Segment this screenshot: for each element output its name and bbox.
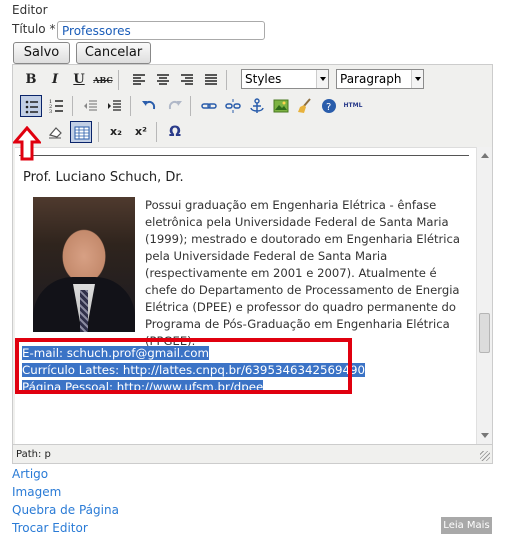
imagem-link[interactable]: Imagem (12, 483, 119, 501)
svg-text:3: 3 (49, 109, 52, 114)
subscript-button[interactable]: x₂ (105, 121, 127, 143)
indent-icon[interactable] (104, 95, 126, 117)
unlink-icon[interactable] (222, 95, 244, 117)
scroll-thumb[interactable] (479, 313, 490, 353)
svg-text:?: ? (326, 102, 331, 113)
toolbar-separator (156, 122, 157, 142)
special-char-button[interactable]: Ω (164, 121, 186, 143)
resize-handle-icon[interactable] (480, 451, 490, 461)
editor-toolbar: B I U ABC Styles Paragraph 123 ? HTML x₂ (13, 65, 492, 147)
cancel-button[interactable]: Cancelar (76, 42, 151, 64)
format-select-value: Paragraph (340, 72, 402, 86)
horizontal-rule (19, 155, 469, 156)
toolbar-separator (98, 122, 99, 142)
save-button[interactable]: Salvo (13, 42, 70, 64)
bold-button[interactable]: B (20, 69, 42, 91)
vertical-scrollbar[interactable] (476, 147, 492, 444)
underline-button[interactable]: U (68, 69, 90, 91)
scroll-up-icon[interactable] (481, 153, 489, 158)
rich-text-editor: B I U ABC Styles Paragraph 123 ? HTML x₂ (12, 64, 493, 464)
link-icon[interactable] (198, 95, 220, 117)
redo-icon[interactable] (164, 95, 186, 117)
toolbar-separator (226, 70, 227, 90)
chevron-down-icon (411, 70, 423, 88)
outdent-icon[interactable] (80, 95, 102, 117)
read-more-button[interactable]: Leia Mais (441, 517, 492, 534)
scroll-down-icon[interactable] (481, 433, 489, 438)
superscript-button[interactable]: x² (130, 121, 152, 143)
editor-label: Editor (12, 3, 48, 17)
toolbar-separator (130, 96, 131, 116)
highlight-box (15, 338, 352, 394)
professor-bio: Possui graduação em Engenharia Elétrica … (145, 198, 460, 348)
element-path: Path: p (13, 444, 492, 463)
cleanup-icon[interactable] (294, 95, 316, 117)
styles-select[interactable]: Styles (241, 69, 329, 89)
switch-editor-link[interactable]: Trocar Editor (12, 519, 119, 537)
format-select[interactable]: Paragraph (336, 69, 424, 89)
undo-icon[interactable] (138, 95, 160, 117)
title-label: Título * (12, 22, 56, 36)
anchor-icon[interactable] (246, 95, 268, 117)
bottom-links: Artigo Imagem Quebra de Página Trocar Ed… (12, 465, 119, 537)
professor-name: Prof. Luciano Schuch, Dr. (23, 170, 184, 185)
numbered-list-icon[interactable]: 123 (46, 95, 68, 117)
align-left-icon[interactable] (128, 69, 150, 91)
toolbar-separator (118, 70, 119, 90)
italic-button[interactable]: I (44, 69, 66, 91)
professor-photo (33, 197, 135, 332)
styles-select-value: Styles (245, 72, 282, 86)
editor-content[interactable]: Prof. Luciano Schuch, Dr. Possui graduaç… (15, 147, 476, 444)
table-icon[interactable] (70, 121, 92, 143)
help-icon[interactable]: ? (318, 95, 340, 117)
page-break-link[interactable]: Quebra de Página (12, 501, 119, 519)
html-source-button[interactable]: HTML (342, 95, 364, 117)
align-center-icon[interactable] (152, 69, 174, 91)
red-arrow-icon (13, 126, 41, 161)
eraser-icon[interactable] (44, 121, 66, 143)
strikethrough-button[interactable]: ABC (92, 69, 114, 91)
align-justify-icon[interactable] (200, 69, 222, 91)
title-input[interactable] (57, 21, 265, 40)
bullet-list-icon[interactable] (20, 95, 42, 117)
toolbar-separator (72, 96, 73, 116)
image-icon[interactable] (270, 95, 292, 117)
artigo-link[interactable]: Artigo (12, 465, 119, 483)
chevron-down-icon (316, 70, 328, 88)
toolbar-separator (190, 96, 191, 116)
align-right-icon[interactable] (176, 69, 198, 91)
